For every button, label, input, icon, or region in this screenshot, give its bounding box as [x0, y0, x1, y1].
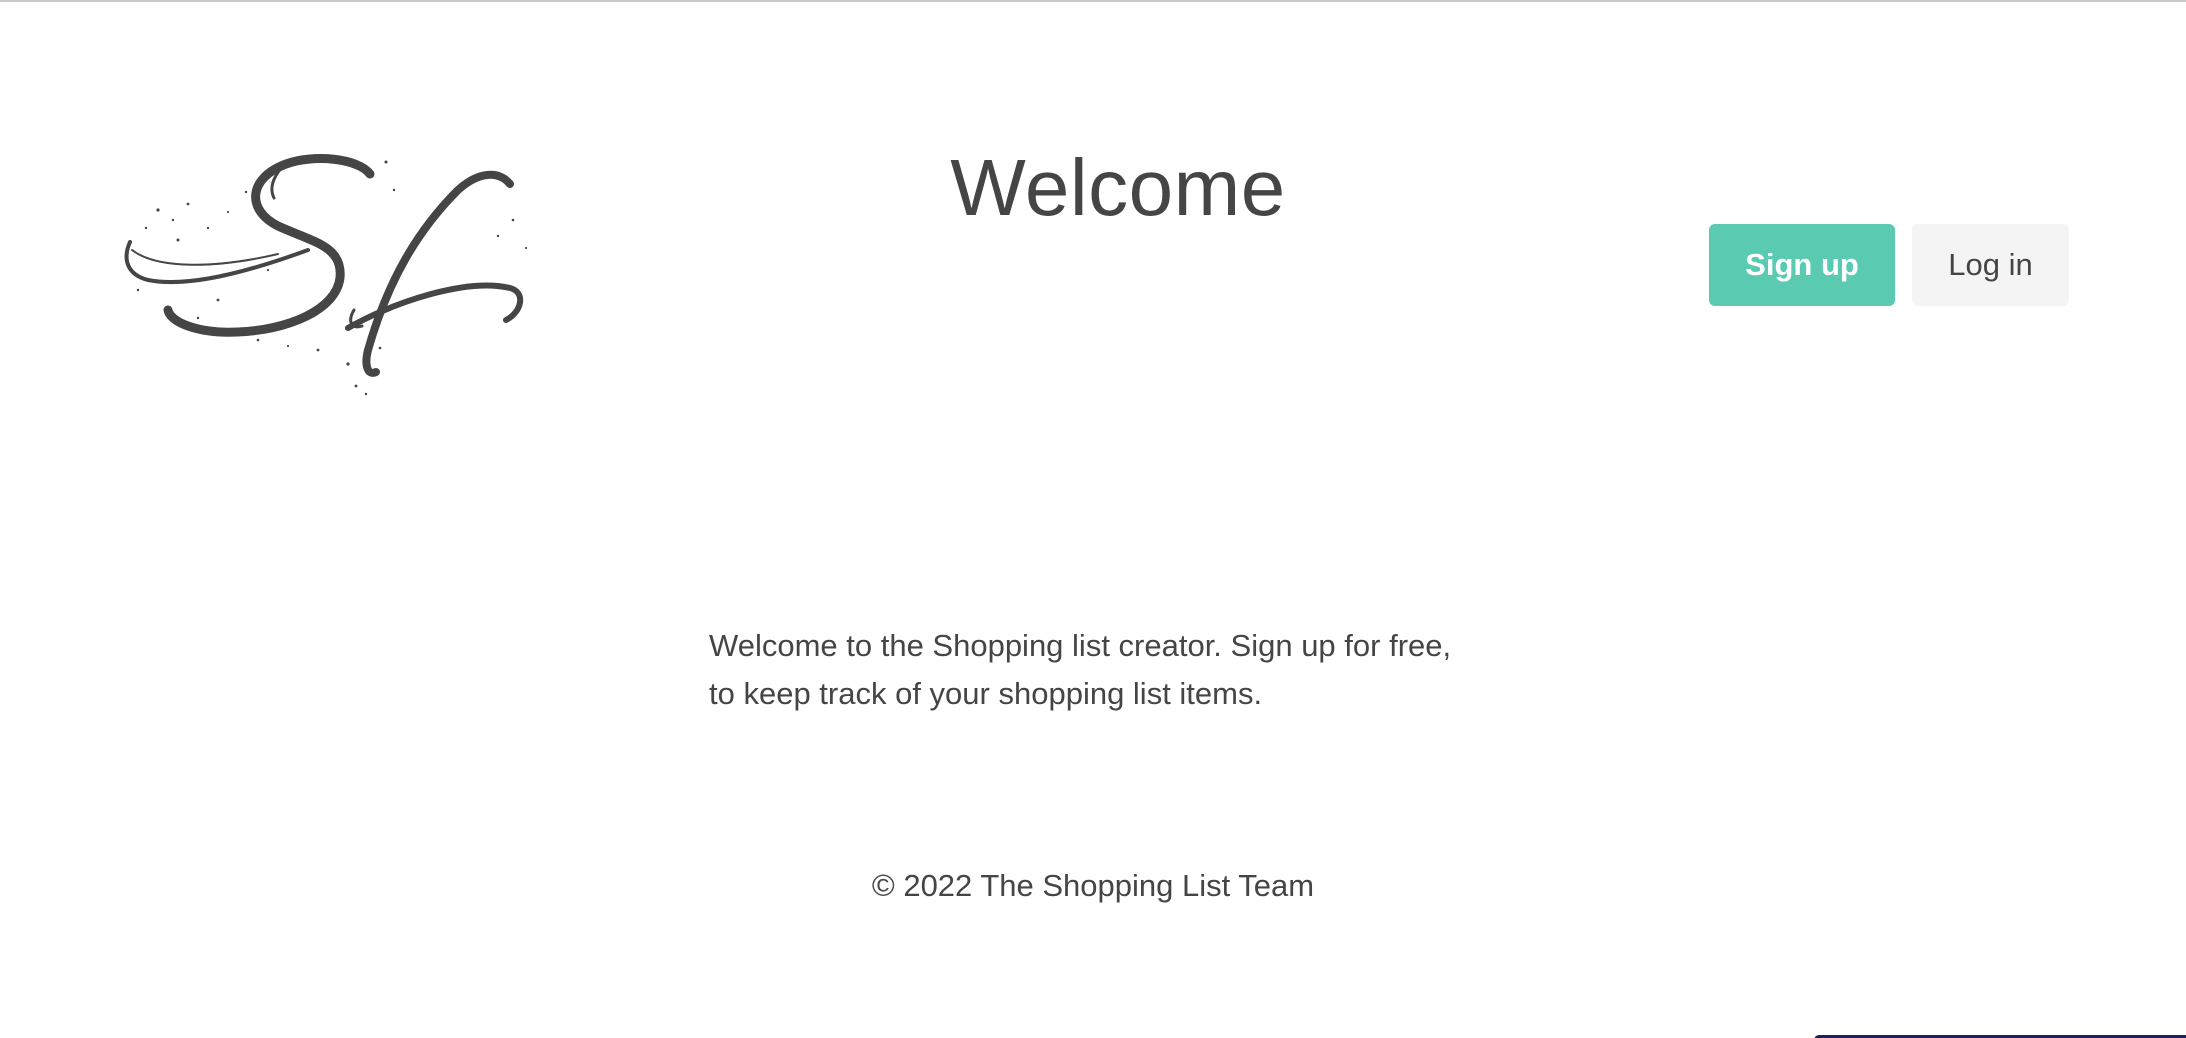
page-title: Welcome — [950, 143, 1286, 232]
footer-copyright: © 2022 The Shopping List Team — [871, 868, 1315, 903]
intro-text: Welcome to the Shopping list creator. Si… — [709, 628, 1452, 711]
auth-buttons: Sign up Log in — [1709, 224, 2069, 306]
signup-button[interactable]: Sign up — [1709, 224, 1895, 306]
page: Welcome Sign up Log in Welcome to the Sh… — [0, 0, 2186, 1038]
login-button[interactable]: Log in — [1912, 224, 2069, 306]
